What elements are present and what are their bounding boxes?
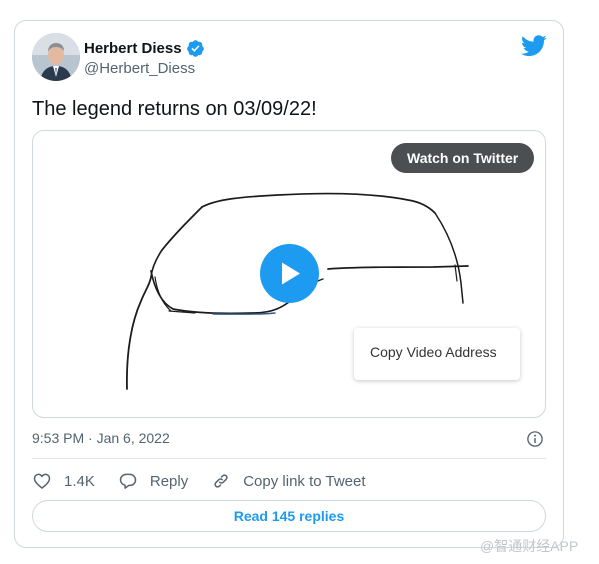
reply-button[interactable]: Reply — [118, 471, 188, 491]
tweet-text: The legend returns on 03/09/22! — [32, 98, 317, 120]
link-icon — [214, 474, 228, 488]
tweet-timestamp[interactable]: 9:53 PM · Jan 6, 2022 — [32, 430, 170, 446]
play-icon — [282, 262, 300, 285]
copy-video-address-menu-item[interactable]: Copy Video Address — [370, 344, 497, 360]
twitter-bird-icon[interactable] — [521, 35, 547, 57]
avatar[interactable] — [32, 33, 80, 81]
copy-link-label: Copy link to Tweet — [243, 472, 366, 490]
play-button[interactable] — [260, 244, 319, 303]
like-button[interactable]: 1.4K — [32, 471, 95, 491]
copy-link-button[interactable]: Copy link to Tweet — [211, 471, 366, 491]
verified-badge-icon — [186, 40, 204, 57]
reply-label: Reply — [149, 472, 189, 490]
video-context-menu: Copy Video Address — [354, 328, 520, 380]
heart-icon — [33, 473, 51, 489]
watch-on-twitter-button[interactable]: Watch on Twitter — [391, 143, 535, 173]
like-count: 1.4K — [64, 472, 95, 490]
video-player[interactable]: Watch on Twitter Copy Video Address — [32, 130, 546, 418]
info-icon[interactable] — [526, 430, 544, 448]
divider — [32, 458, 546, 459]
watermark: @智通财经APP — [480, 538, 579, 554]
author-name-text: Herbert Diess — [84, 40, 182, 57]
reply-icon — [119, 473, 137, 489]
avatar-photo — [32, 33, 80, 81]
tweet-card: Herbert Diess @Herbert_Diess The legend … — [14, 20, 564, 548]
author-name[interactable]: Herbert Diess — [84, 39, 205, 58]
read-replies-button[interactable]: Read 145 replies — [32, 500, 546, 532]
author-handle[interactable]: @Herbert_Diess — [84, 60, 195, 77]
tweet-actions: 1.4K Reply Copy link to Tweet — [32, 471, 389, 491]
